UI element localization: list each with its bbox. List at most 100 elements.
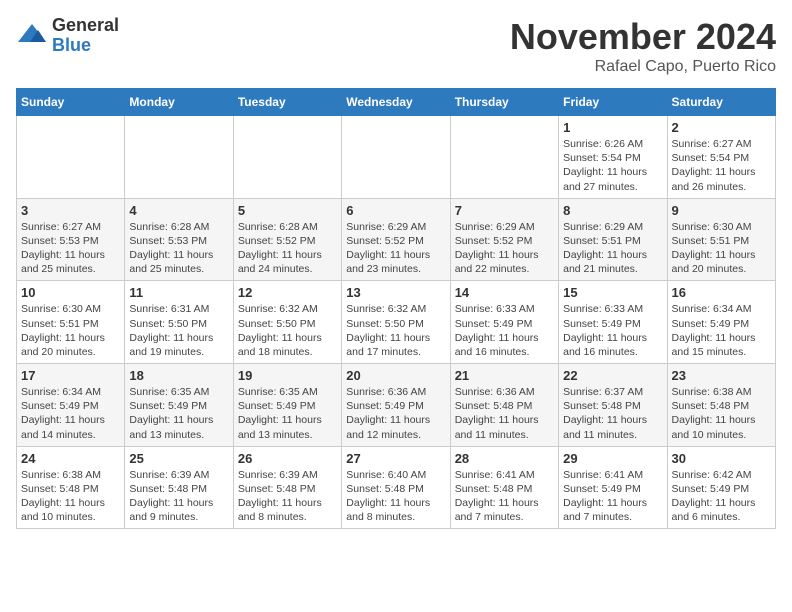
calendar-cell: 8Sunrise: 6:29 AM Sunset: 5:51 PM Daylig… bbox=[559, 198, 667, 281]
calendar-cell: 23 Sunrise: 6:38 AM Sunset: 5:48 PM Dayli… bbox=[667, 364, 775, 447]
day-info: Sunrise: 6:28 AM Sunset: 5:53 PM Dayligh… bbox=[129, 220, 228, 277]
day-info: Sunrise: 6:31 AM Sunset: 5:50 PM Dayligh… bbox=[129, 302, 228, 359]
calendar: SundayMondayTuesdayWednesdayThursdayFrid… bbox=[16, 88, 776, 529]
calendar-cell: 10Sunrise: 6:30 AM Sunset: 5:51 PM Dayli… bbox=[17, 281, 125, 364]
calendar-cell: 18Sunrise: 6:35 AM Sunset: 5:49 PM Dayli… bbox=[125, 364, 233, 447]
calendar-cell: 6 Sunrise: 6:29 AM Sunset: 5:52 PM Daylig… bbox=[342, 198, 450, 281]
calendar-cell: 11 Sunrise: 6:31 AM Sunset: 5:50 PM Dayli… bbox=[125, 281, 233, 364]
day-number: 2 bbox=[672, 120, 771, 135]
day-number: 12 bbox=[238, 285, 337, 300]
calendar-cell bbox=[125, 116, 233, 199]
day-info: Sunrise: 6:39 AM Sunset: 5:48 PM Dayligh… bbox=[238, 468, 337, 525]
day-number: 17 bbox=[21, 368, 120, 383]
day-info: Sunrise: 6:27 AM Sunset: 5:54 PM Dayligh… bbox=[672, 137, 771, 194]
calendar-cell bbox=[17, 116, 125, 199]
logo-general: General bbox=[52, 16, 119, 36]
day-number: 25 bbox=[129, 451, 228, 466]
day-number: 23 bbox=[672, 368, 771, 383]
logo-icon bbox=[16, 22, 48, 50]
day-info: Sunrise: 6:29 AM Sunset: 5:52 PM Dayligh… bbox=[455, 220, 554, 277]
day-number: 13 bbox=[346, 285, 445, 300]
weekday-header: Tuesday bbox=[233, 89, 341, 116]
calendar-cell: 25 Sunrise: 6:39 AM Sunset: 5:48 PM Dayli… bbox=[125, 446, 233, 529]
logo-blue: Blue bbox=[52, 36, 119, 56]
calendar-week: 17 Sunrise: 6:34 AM Sunset: 5:49 PM Dayli… bbox=[17, 364, 776, 447]
weekday-header: Wednesday bbox=[342, 89, 450, 116]
weekday-header: Monday bbox=[125, 89, 233, 116]
day-number: 3 bbox=[21, 203, 120, 218]
location-title: Rafael Capo, Puerto Rico bbox=[510, 58, 776, 76]
calendar-cell: 5Sunrise: 6:28 AM Sunset: 5:52 PM Daylig… bbox=[233, 198, 341, 281]
calendar-cell: 4 Sunrise: 6:28 AM Sunset: 5:53 PM Daylig… bbox=[125, 198, 233, 281]
weekday-row: SundayMondayTuesdayWednesdayThursdayFrid… bbox=[17, 89, 776, 116]
calendar-header: SundayMondayTuesdayWednesdayThursdayFrid… bbox=[17, 89, 776, 116]
calendar-cell: 3 Sunrise: 6:27 AM Sunset: 5:53 PM Daylig… bbox=[17, 198, 125, 281]
day-info: Sunrise: 6:38 AM Sunset: 5:48 PM Dayligh… bbox=[21, 468, 120, 525]
day-number: 5 bbox=[238, 203, 337, 218]
calendar-cell: 2 Sunrise: 6:27 AM Sunset: 5:54 PM Daylig… bbox=[667, 116, 775, 199]
day-number: 28 bbox=[455, 451, 554, 466]
day-info: Sunrise: 6:35 AM Sunset: 5:49 PM Dayligh… bbox=[238, 385, 337, 442]
day-number: 20 bbox=[346, 368, 445, 383]
day-info: Sunrise: 6:38 AM Sunset: 5:48 PM Dayligh… bbox=[672, 385, 771, 442]
day-info: Sunrise: 6:32 AM Sunset: 5:50 PM Dayligh… bbox=[346, 302, 445, 359]
calendar-cell: 28 Sunrise: 6:41 AM Sunset: 5:48 PM Dayli… bbox=[450, 446, 558, 529]
day-number: 6 bbox=[346, 203, 445, 218]
day-number: 29 bbox=[563, 451, 662, 466]
day-number: 4 bbox=[129, 203, 228, 218]
day-number: 21 bbox=[455, 368, 554, 383]
day-number: 19 bbox=[238, 368, 337, 383]
calendar-week: 24Sunrise: 6:38 AM Sunset: 5:48 PM Dayli… bbox=[17, 446, 776, 529]
calendar-cell: 22Sunrise: 6:37 AM Sunset: 5:48 PM Dayli… bbox=[559, 364, 667, 447]
page-header: General Blue November 2024 Rafael Capo, … bbox=[16, 16, 776, 76]
day-info: Sunrise: 6:32 AM Sunset: 5:50 PM Dayligh… bbox=[238, 302, 337, 359]
day-info: Sunrise: 6:29 AM Sunset: 5:52 PM Dayligh… bbox=[346, 220, 445, 277]
calendar-cell: 17 Sunrise: 6:34 AM Sunset: 5:49 PM Dayli… bbox=[17, 364, 125, 447]
month-title: November 2024 bbox=[510, 16, 776, 58]
day-number: 26 bbox=[238, 451, 337, 466]
day-info: Sunrise: 6:41 AM Sunset: 5:49 PM Dayligh… bbox=[563, 468, 662, 525]
day-number: 16 bbox=[672, 285, 771, 300]
day-info: Sunrise: 6:30 AM Sunset: 5:51 PM Dayligh… bbox=[21, 302, 120, 359]
calendar-cell: 29 Sunrise: 6:41 AM Sunset: 5:49 PM Dayli… bbox=[559, 446, 667, 529]
weekday-header: Saturday bbox=[667, 89, 775, 116]
weekday-header: Sunday bbox=[17, 89, 125, 116]
calendar-cell: 12 Sunrise: 6:32 AM Sunset: 5:50 PM Dayli… bbox=[233, 281, 341, 364]
day-info: Sunrise: 6:39 AM Sunset: 5:48 PM Dayligh… bbox=[129, 468, 228, 525]
calendar-cell: 15 Sunrise: 6:33 AM Sunset: 5:49 PM Dayli… bbox=[559, 281, 667, 364]
day-info: Sunrise: 6:40 AM Sunset: 5:48 PM Dayligh… bbox=[346, 468, 445, 525]
calendar-body: 1Sunrise: 6:26 AM Sunset: 5:54 PM Daylig… bbox=[17, 116, 776, 529]
day-number: 1 bbox=[563, 120, 662, 135]
calendar-cell: 19 Sunrise: 6:35 AM Sunset: 5:49 PM Dayli… bbox=[233, 364, 341, 447]
calendar-cell: 1Sunrise: 6:26 AM Sunset: 5:54 PM Daylig… bbox=[559, 116, 667, 199]
day-info: Sunrise: 6:36 AM Sunset: 5:49 PM Dayligh… bbox=[346, 385, 445, 442]
day-info: Sunrise: 6:35 AM Sunset: 5:49 PM Dayligh… bbox=[129, 385, 228, 442]
day-number: 11 bbox=[129, 285, 228, 300]
weekday-header: Thursday bbox=[450, 89, 558, 116]
calendar-cell: 30 Sunrise: 6:42 AM Sunset: 5:49 PM Dayli… bbox=[667, 446, 775, 529]
day-info: Sunrise: 6:42 AM Sunset: 5:49 PM Dayligh… bbox=[672, 468, 771, 525]
day-number: 7 bbox=[455, 203, 554, 218]
day-number: 14 bbox=[455, 285, 554, 300]
day-info: Sunrise: 6:34 AM Sunset: 5:49 PM Dayligh… bbox=[21, 385, 120, 442]
calendar-cell: 14Sunrise: 6:33 AM Sunset: 5:49 PM Dayli… bbox=[450, 281, 558, 364]
day-number: 15 bbox=[563, 285, 662, 300]
day-info: Sunrise: 6:36 AM Sunset: 5:48 PM Dayligh… bbox=[455, 385, 554, 442]
day-info: Sunrise: 6:34 AM Sunset: 5:49 PM Dayligh… bbox=[672, 302, 771, 359]
logo: General Blue bbox=[16, 16, 119, 56]
calendar-cell: 27Sunrise: 6:40 AM Sunset: 5:48 PM Dayli… bbox=[342, 446, 450, 529]
calendar-week: 3 Sunrise: 6:27 AM Sunset: 5:53 PM Daylig… bbox=[17, 198, 776, 281]
day-info: Sunrise: 6:27 AM Sunset: 5:53 PM Dayligh… bbox=[21, 220, 120, 277]
day-info: Sunrise: 6:30 AM Sunset: 5:51 PM Dayligh… bbox=[672, 220, 771, 277]
day-info: Sunrise: 6:33 AM Sunset: 5:49 PM Dayligh… bbox=[563, 302, 662, 359]
calendar-cell: 9Sunrise: 6:30 AM Sunset: 5:51 PM Daylig… bbox=[667, 198, 775, 281]
day-number: 8 bbox=[563, 203, 662, 218]
calendar-cell: 7 Sunrise: 6:29 AM Sunset: 5:52 PM Daylig… bbox=[450, 198, 558, 281]
calendar-cell: 20 Sunrise: 6:36 AM Sunset: 5:49 PM Dayli… bbox=[342, 364, 450, 447]
calendar-cell: 26 Sunrise: 6:39 AM Sunset: 5:48 PM Dayli… bbox=[233, 446, 341, 529]
day-info: Sunrise: 6:41 AM Sunset: 5:48 PM Dayligh… bbox=[455, 468, 554, 525]
calendar-cell: 16 Sunrise: 6:34 AM Sunset: 5:49 PM Dayli… bbox=[667, 281, 775, 364]
day-number: 30 bbox=[672, 451, 771, 466]
title-block: November 2024 Rafael Capo, Puerto Rico bbox=[510, 16, 776, 76]
calendar-week: 1Sunrise: 6:26 AM Sunset: 5:54 PM Daylig… bbox=[17, 116, 776, 199]
